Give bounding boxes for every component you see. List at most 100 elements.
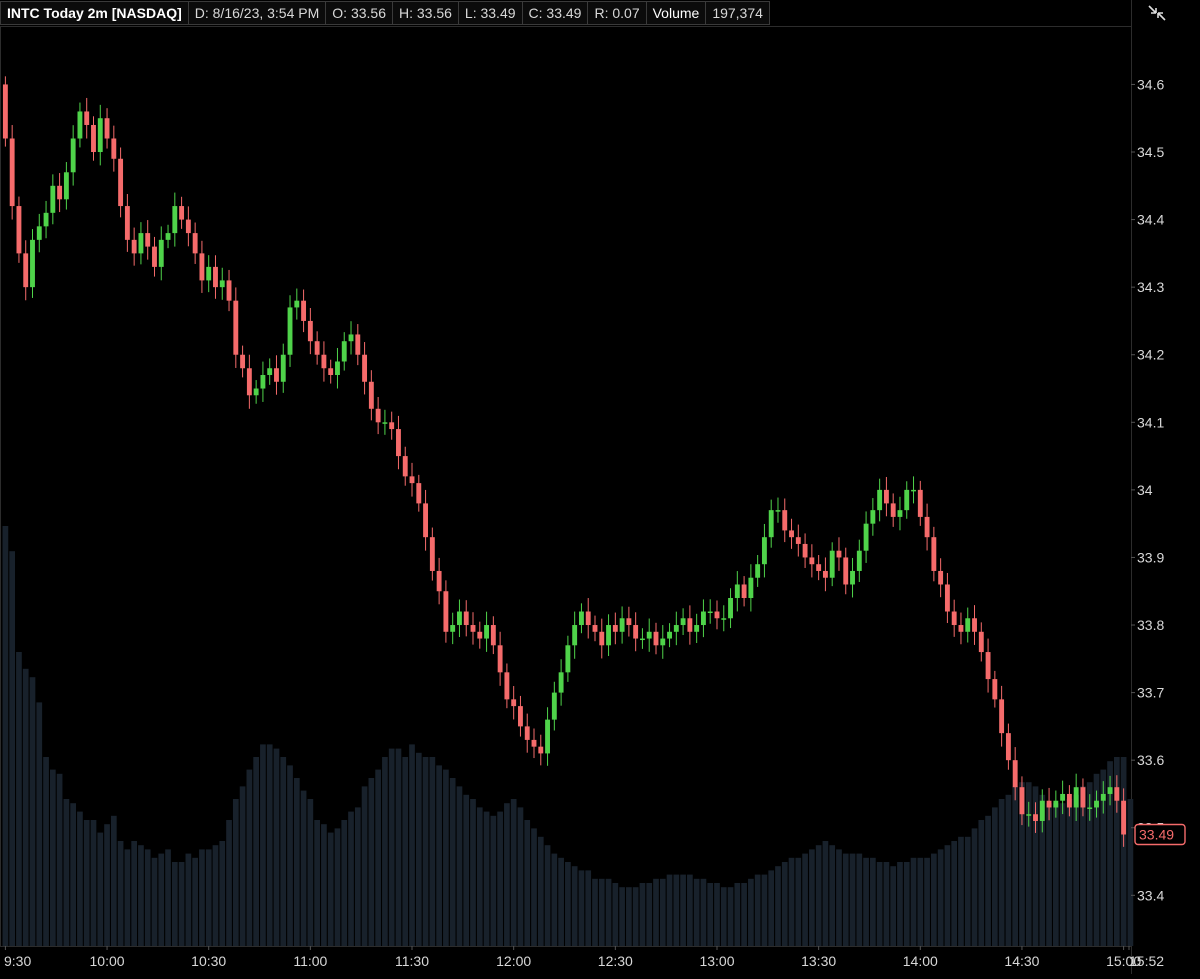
chart-root: 34.6 34.5 34.4 34.3 34.2 34.1 34 33.9 33.8 33.7 33… [0,0,1200,974]
candle-body [484,625,490,639]
candle-body [579,611,584,626]
volume-bar [788,857,795,946]
volume-bar [741,883,747,946]
candle-body [999,699,1005,734]
last-price-label: 33.49 [1139,827,1174,843]
candle-body [775,510,781,512]
y-tick-label: 33.8 [1137,617,1164,633]
candle-body [131,239,137,254]
candle-body [274,368,279,382]
volume-bar [22,668,29,946]
candle-body [1019,787,1025,815]
candle-body [626,618,632,626]
volume-bar [165,849,171,946]
volume-bar [429,757,436,946]
candle-body [179,206,185,220]
candle-body [213,266,218,288]
volume-bar [409,744,415,946]
candle-body [850,570,855,585]
candle-body [639,638,645,641]
volume-bar [605,878,612,946]
volume-bar [1066,799,1073,946]
volume-bar [917,857,924,946]
candle-body [917,489,923,517]
volume-bar [876,862,883,946]
volume-bar [293,778,300,946]
volume-bar [56,773,63,946]
candle-body [63,172,69,200]
y-tick-label: 33.7 [1137,685,1164,701]
candle-body [863,523,869,551]
volume-bar [382,757,388,946]
candle-body [904,489,910,511]
volume-bar [632,887,639,946]
volume-bar [646,883,653,946]
volume-bar [253,757,259,946]
candle-body [260,375,266,389]
volume-bar [734,883,741,946]
candle-body [111,138,117,159]
x-tick-label: 15:52 [1129,953,1164,969]
candle-body [1121,800,1127,835]
candle-body [633,625,639,639]
candle-body [680,618,686,626]
volume-bar [829,845,836,946]
volume-bar [490,815,497,946]
volume-bar [456,786,463,946]
volume-bar [334,828,341,946]
candle-body [992,679,998,700]
volume-bar [232,799,239,946]
candle-body [457,611,462,626]
plot-frame [0,26,1132,947]
y-tick-label: 34.1 [1137,414,1164,430]
volume-bar [666,874,673,946]
candle-body [450,625,456,632]
volume-bar [558,857,564,946]
candle-body [192,233,198,254]
volume-bar [815,845,822,946]
candle-body [592,625,598,632]
x-tick-label: 10:00 [90,953,125,969]
candle-body [206,266,212,281]
volume-bar [585,870,592,946]
candle-body [1080,787,1086,808]
volume-bar [639,883,646,946]
volume-bar [768,870,775,946]
y-tick-label: 34.3 [1137,279,1164,295]
range-readout: R: 0.07 [588,1,647,25]
candle-body [348,334,354,342]
price-chart[interactable]: 34.6 34.5 34.4 34.3 34.2 34.1 34 33.9 33.8 33.7 33… [0,0,1200,974]
candle-body [158,239,164,267]
volume-bar [1005,794,1012,946]
candle-body [307,320,313,342]
volume-bar [77,811,83,946]
volume-bar [476,807,483,946]
symbol-title[interactable]: INTC Today 2m [NASDAQ] [0,1,189,25]
candle-body [470,625,476,632]
candle-body [423,503,429,538]
volume-bar [693,878,700,946]
candle-body [741,584,747,598]
candle-body [599,631,605,646]
candle-body [795,537,801,544]
candle-body [409,476,415,484]
candle-body [673,625,679,632]
candle-body [172,206,178,234]
candle-body [375,408,381,423]
candle-body [240,354,246,369]
volume-bar [226,820,232,946]
volume-bar [138,845,144,946]
volume-bar [971,828,978,946]
candle-body [558,672,564,693]
candle-body [958,625,964,632]
volume-bar [680,874,686,946]
y-tick-label: 33.4 [1137,887,1164,903]
collapse-arrows-icon[interactable] [1144,2,1170,24]
volume-bar [151,857,158,946]
candle-body [246,368,252,396]
volume-bar [287,765,293,946]
candle-body [124,206,130,240]
candle-body [985,652,991,680]
candle-body [870,510,876,524]
candle-body [924,516,930,538]
